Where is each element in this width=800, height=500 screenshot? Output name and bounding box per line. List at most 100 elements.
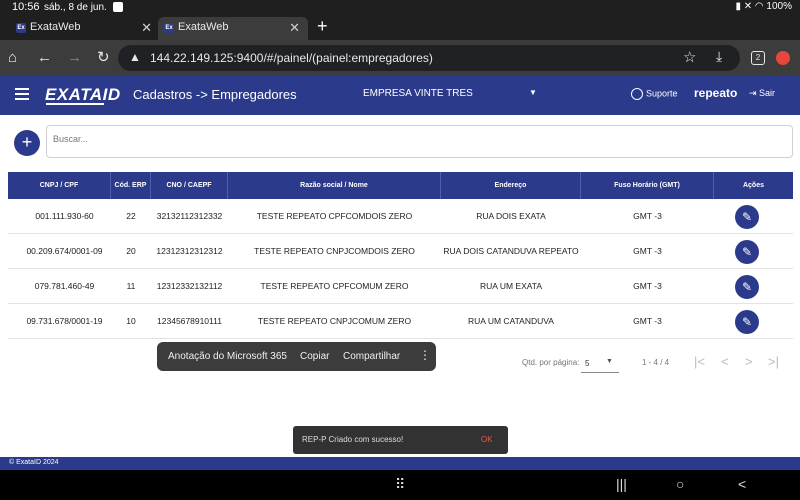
chevron-down-icon: ▼ [606, 358, 613, 365]
next-page-icon[interactable]: > [745, 354, 753, 369]
mute-icon: ✕ [743, 1, 753, 12]
notification-check-icon [113, 2, 123, 12]
menu-item-share[interactable]: Compartilhar [343, 351, 400, 362]
search-field[interactable] [46, 125, 793, 158]
column-header-name[interactable]: Razão social / Nome [228, 172, 441, 199]
user-name: repeato [694, 86, 738, 100]
previous-page-icon[interactable]: < [721, 354, 729, 369]
wifi-icon: ◠ [754, 1, 764, 12]
table-row[interactable]: 00.209.674/0001-09 20 12312312312312 TES… [8, 234, 793, 269]
page-range: 1 - 4 / 4 [642, 358, 670, 367]
battery-icon: ▮ [735, 1, 741, 12]
support-button[interactable]: Suporte [631, 88, 678, 100]
system-navigation-bar: ⠿ ||| ○ < [0, 470, 800, 500]
company-selector[interactable]: EMPRESA VINTE TRES [363, 88, 473, 99]
status-icons: ▮ ✕ ◠ 100% [735, 1, 792, 12]
snackbar-message: REP-P Criado com sucesso! [302, 435, 404, 444]
logout-button[interactable]: ⇥ Sair [749, 88, 775, 99]
back-icon[interactable]: ← [37, 49, 52, 67]
logo: EXATAID [45, 85, 121, 104]
edit-button[interactable]: ✎ [735, 205, 759, 229]
favicon-icon: Ex [164, 23, 174, 33]
back-nav-icon[interactable]: < [738, 476, 746, 492]
cell-cno: 12312332132112 [156, 281, 223, 291]
home-icon[interactable]: ⌂ [8, 49, 17, 67]
cell-name: TESTE REPEATO CPFCOMDOIS ZERO [256, 211, 413, 221]
paginator: Qtd. por página: 5 ▼ 1 - 4 / 4 |< < > >| [510, 347, 795, 377]
table-header: CNPJ / CPF Cód. ERP CNO / CAEPF Razão so… [8, 172, 793, 199]
chevron-down-icon[interactable]: ▼ [529, 88, 537, 97]
apps-grid-icon[interactable]: ⠿ [395, 476, 405, 493]
column-header-address[interactable]: Endereço [441, 172, 581, 199]
browser-toolbar: ⌂ ← → ↻ ▲ 144.22.149.125:9400/#/painel/(… [0, 40, 800, 76]
cell-cno: 12345678910111 [157, 316, 222, 326]
battery-level: 100% [766, 1, 792, 12]
logo-underline [46, 103, 104, 105]
first-page-icon[interactable]: |< [694, 354, 705, 369]
breadcrumb: Cadastros -> Empregadores [133, 87, 297, 102]
table-row[interactable]: 001.111.930-60 22 32132112312332 TESTE R… [8, 199, 793, 234]
cell-timezone: GMT -3 [633, 316, 662, 326]
forward-icon[interactable]: → [67, 49, 82, 67]
pencil-icon: ✎ [741, 245, 753, 259]
cell-cno: 32132112312332 [156, 211, 223, 221]
cell-erp: 11 [126, 281, 136, 291]
not-secure-icon[interactable]: ▲ [129, 50, 141, 64]
text-selection-menu: Anotação do Microsoft 365 Copiar Compart… [157, 342, 436, 371]
search-input[interactable] [53, 134, 753, 144]
edit-button[interactable]: ✎ [735, 310, 759, 334]
column-header-cnpj[interactable]: CNPJ / CPF [8, 172, 111, 199]
download-icon[interactable]: ⤓ [716, 48, 722, 65]
table-row[interactable]: 079.781.460-49 11 12312332132112 TESTE R… [8, 269, 793, 304]
per-page-select[interactable]: 5 ▼ [581, 349, 619, 373]
cell-timezone: GMT -3 [633, 246, 662, 256]
column-header-erp[interactable]: Cód. ERP [111, 172, 151, 199]
cell-address: RUA UM CATANDUVA [468, 316, 554, 326]
date: sáb., 8 de jun. [44, 2, 107, 13]
menu-item-copy[interactable]: Copiar [300, 351, 329, 362]
close-tab-icon[interactable]: ✕ [289, 20, 300, 36]
browser-tab-2[interactable]: Ex ExataWeb ✕ [158, 17, 308, 40]
browser-tab-1[interactable]: Ex ExataWeb ✕ [16, 17, 152, 40]
column-header-cno[interactable]: CNO / CAEPF [151, 172, 228, 199]
cell-address: RUA DOIS EXATA [476, 211, 546, 221]
hamburger-menu-icon[interactable] [15, 88, 29, 100]
snackbar-ok-button[interactable]: OK [481, 435, 493, 444]
home-circle-icon[interactable]: ○ [676, 476, 684, 492]
more-options-icon[interactable]: ⋮ [419, 349, 431, 361]
bookmark-star-icon[interactable]: ☆ [683, 48, 696, 66]
close-tab-icon[interactable]: ✕ [141, 20, 152, 36]
cell-erp: 20 [126, 246, 136, 256]
recents-icon[interactable]: ||| [616, 476, 627, 492]
last-page-icon[interactable]: >| [768, 354, 779, 369]
cell-doc: 09.731.678/0001-19 [26, 316, 103, 326]
cell-erp: 10 [126, 316, 136, 326]
logout-icon: ⇥ [749, 88, 760, 98]
cell-name: TESTE REPEATO CNPJCOMDOIS ZERO [254, 246, 415, 256]
favicon-icon: Ex [16, 23, 26, 33]
column-header-actions: Ações [742, 182, 764, 189]
snackbar: REP-P Criado com sucesso! OK [293, 426, 508, 454]
add-employer-button[interactable]: + [14, 130, 40, 156]
browser-menu-icon[interactable] [776, 51, 790, 65]
cell-timezone: GMT -3 [633, 211, 662, 221]
per-page-value: 5 [585, 359, 590, 368]
whatsapp-icon [631, 88, 643, 100]
new-tab-button[interactable]: + [317, 16, 328, 37]
table-row[interactable]: 09.731.678/0001-19 10 12345678910111 TES… [8, 304, 793, 339]
tab-title: ExataWeb [178, 21, 229, 33]
app-header: EXATAID Cadastros -> Empregadores EMPRES… [0, 76, 800, 115]
cell-address: RUA DOIS CATANDUVA REPEATO [443, 246, 579, 256]
menu-item-microsoft-note[interactable]: Anotação do Microsoft 365 [168, 351, 287, 362]
column-header-timezone[interactable]: Fuso Horário (GMT) [581, 172, 714, 199]
cell-cno: 12312312312312 [156, 246, 223, 256]
tab-title: ExataWeb [30, 21, 81, 33]
pencil-icon: ✎ [741, 280, 753, 294]
edit-button[interactable]: ✎ [735, 275, 759, 299]
cell-doc: 079.781.460-49 [34, 281, 95, 291]
edit-button[interactable]: ✎ [735, 240, 759, 264]
reload-icon[interactable]: ↻ [97, 49, 110, 67]
tab-switcher-button[interactable]: 2 [751, 51, 765, 65]
system-status-bar: 10:56 sáb., 8 de jun. ▮ ✕ ◠ 100% [0, 0, 800, 15]
address-bar[interactable]: ▲ 144.22.149.125:9400/#/painel/(painel:e… [118, 45, 740, 71]
